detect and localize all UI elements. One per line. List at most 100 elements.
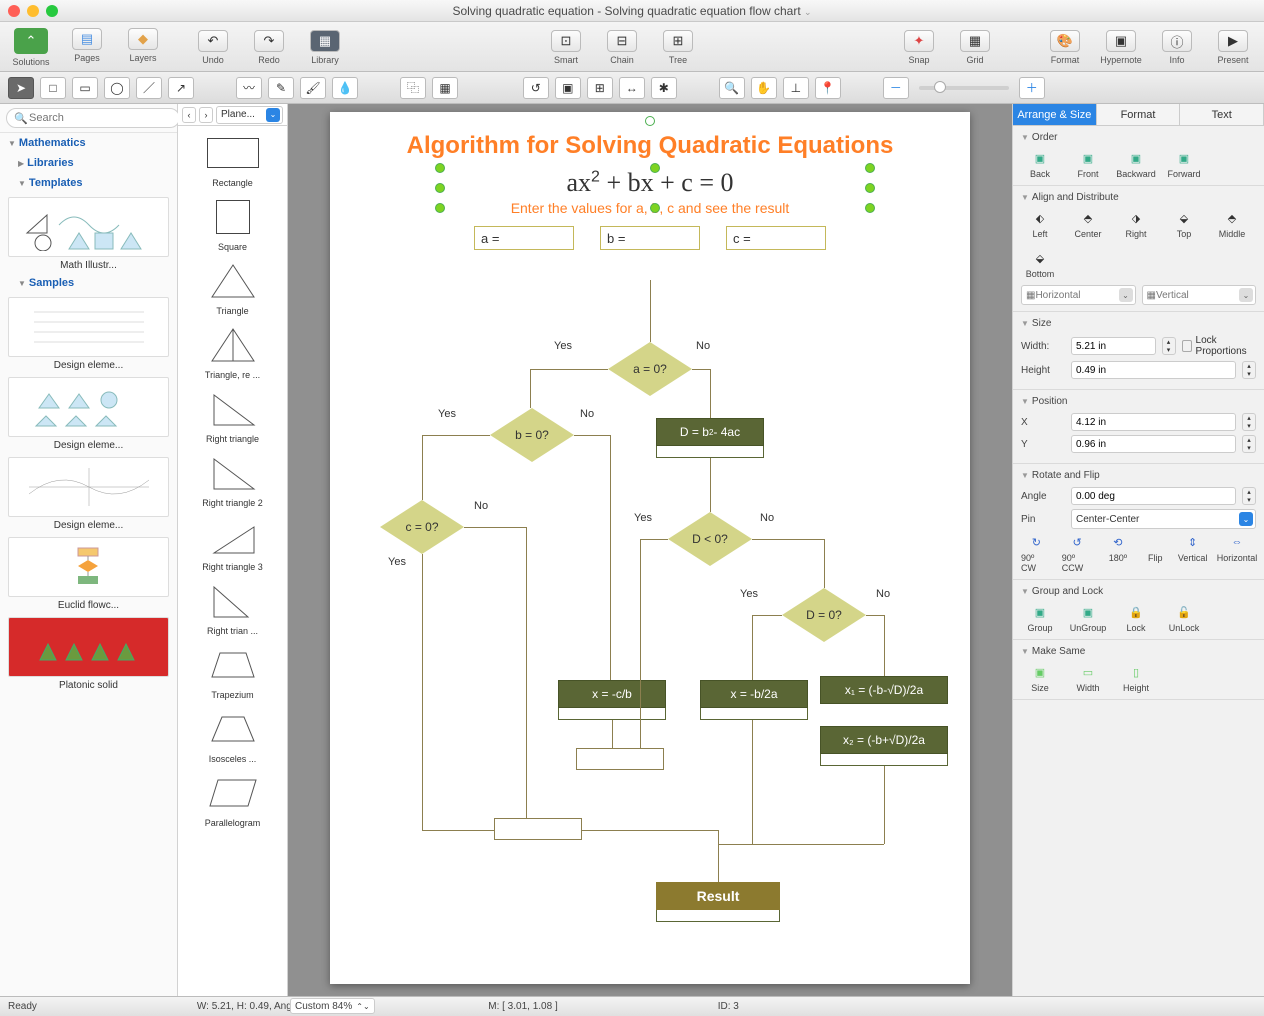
op3-tool[interactable]: ⊞ [587,77,613,99]
resize-handle-icon[interactable] [435,203,445,213]
lock-button[interactable]: 🔒Lock [1117,603,1155,633]
decision-dlt[interactable]: D < 0? [668,512,752,566]
eyedrop-tool[interactable]: 💧 [332,77,358,99]
rect-tool[interactable]: ▭ [72,77,98,99]
section-libraries[interactable]: ▶Libraries [0,153,177,173]
resize-handle-icon[interactable] [865,203,875,213]
text-tool[interactable]: □ [40,77,66,99]
shape-item[interactable]: Square [188,194,277,252]
resize-handle-icon[interactable] [435,183,445,193]
same-size-button[interactable]: ▣Size [1021,663,1059,693]
op5-tool[interactable]: ✱ [651,77,677,99]
shape-item[interactable]: Right triangle 3 [188,514,277,572]
distribute-vert-select[interactable]: ▦ Vertical⌄ [1142,285,1257,305]
select-tool[interactable]: ➤ [8,77,34,99]
input-a[interactable]: a = [474,226,574,250]
align-header[interactable]: Align and Distribute [1032,192,1119,203]
canvas-area[interactable]: Algorithm for Solving Quadratic Equation… [288,104,1012,996]
align-center-button[interactable]: ⬘Center [1069,209,1107,239]
section-samples[interactable]: ▼Samples [0,273,177,293]
group-header[interactable]: Group and Lock [1032,586,1103,597]
curve-tool[interactable]: 〰 [236,77,262,99]
rotation-handle-icon[interactable] [645,116,655,126]
rotate-180-button[interactable]: ⟲180º [1103,533,1134,573]
stamp-tool[interactable]: ⊥ [783,77,809,99]
rotate-header[interactable]: Rotate and Flip [1032,470,1100,481]
input-c[interactable]: c = [726,226,826,250]
arrow-tool[interactable]: ↗ [168,77,194,99]
resize-handle-icon[interactable] [865,163,875,173]
process-xb2a[interactable]: x = -b/2a [700,680,808,708]
tree-button[interactable]: ⊞Tree [653,30,703,65]
chain-button[interactable]: ⊟Chain [597,30,647,65]
present-button[interactable]: ▶Present [1208,30,1258,65]
shape-item[interactable]: Parallelogram [188,770,277,828]
sample-item[interactable]: Design eleme... [8,297,169,371]
same-height-button[interactable]: ▯Height [1117,663,1155,693]
ellipse-tool[interactable]: ◯ [104,77,130,99]
lock-proportions-checkbox[interactable] [1182,340,1192,352]
process-x2[interactable]: x₂ = (-b+√D)/2a [820,726,948,754]
smart-button[interactable]: ⊡Smart [541,30,591,65]
zoom-out-button[interactable]: － [883,77,909,99]
section-mathematics[interactable]: ▼Mathematics [0,133,177,153]
decision-a0[interactable]: a = 0? [608,342,692,396]
order-header[interactable]: Order [1032,132,1058,143]
hand-tool[interactable]: ✋ [751,77,777,99]
shape-item[interactable]: Right triangle [188,386,277,444]
width-stepper[interactable]: ▴▾ [1162,337,1176,355]
align-left-button[interactable]: ⬖Left [1021,209,1059,239]
shape-item[interactable]: Right trian ... [188,578,277,636]
decision-c0[interactable]: c = 0? [380,500,464,554]
group-button[interactable]: ▣Group [1021,603,1059,633]
resize-handle-icon[interactable] [435,163,445,173]
shape-item[interactable]: Trapezium [188,642,277,700]
shapes-next[interactable]: › [199,107,213,123]
process-dcalc[interactable]: D = b2 - 4ac [656,418,764,446]
order-backward-button[interactable]: ▣Backward [1117,149,1155,179]
selection-box[interactable] [440,168,870,208]
height-stepper[interactable]: ▴▾ [1242,361,1256,379]
angle-stepper[interactable]: ▴▾ [1242,487,1256,505]
crop-tool[interactable]: ⿻ [400,77,426,99]
position-header[interactable]: Position [1032,396,1068,407]
sample-item[interactable]: Euclid flowc... [8,537,169,611]
process-xcb[interactable]: x = -c/b [558,680,666,708]
pages-button[interactable]: ▤Pages [62,28,112,63]
shape-item[interactable]: Rectangle [188,130,277,188]
rotate-ccw-button[interactable]: ↺90º CCW [1062,533,1093,573]
template-item[interactable]: Math Illustr... [8,197,169,271]
order-back-button[interactable]: ▣Back [1021,149,1059,179]
angle-input[interactable] [1071,487,1236,505]
table-tool[interactable]: ▦ [432,77,458,99]
snap-button[interactable]: ✦Snap [894,30,944,65]
undo-button[interactable]: ↶Undo [188,30,238,65]
sample-item[interactable]: Platonic solid [8,617,169,691]
zoom-select[interactable]: Custom 84%⌃⌄ [290,998,375,1014]
align-top-button[interactable]: ⬙Top [1165,209,1203,239]
flip-horiz-button[interactable]: ⇔Horizontal [1218,533,1256,573]
pen-tool[interactable]: ✎ [268,77,294,99]
zoom-slider[interactable] [919,86,1009,90]
height-input[interactable] [1071,361,1236,379]
shape-item[interactable]: Isosceles ... [188,706,277,764]
width-input[interactable] [1071,337,1156,355]
order-forward-button[interactable]: ▣Forward [1165,149,1203,179]
layers-button[interactable]: ◆Layers [118,28,168,63]
op4-tool[interactable]: ↔ [619,77,645,99]
rotate-cw-button[interactable]: ↻90º CW [1021,533,1052,573]
size-header[interactable]: Size [1032,318,1051,329]
input-b[interactable]: b = [600,226,700,250]
tab-text[interactable]: Text [1180,104,1264,126]
shape-item[interactable]: Triangle, re ... [188,322,277,380]
redo-button[interactable]: ↷Redo [244,30,294,65]
pin-tool[interactable]: 📍 [815,77,841,99]
align-middle-button[interactable]: ⬘Middle [1213,209,1251,239]
tab-arrange[interactable]: Arrange & Size [1013,104,1097,126]
same-width-button[interactable]: ▭Width [1069,663,1107,693]
flip-vert-button[interactable]: ⇕Vertical [1177,533,1208,573]
op2-tool[interactable]: ▣ [555,77,581,99]
y-input[interactable] [1071,435,1236,453]
same-header[interactable]: Make Same [1032,646,1085,657]
shape-item[interactable]: Right triangle 2 [188,450,277,508]
